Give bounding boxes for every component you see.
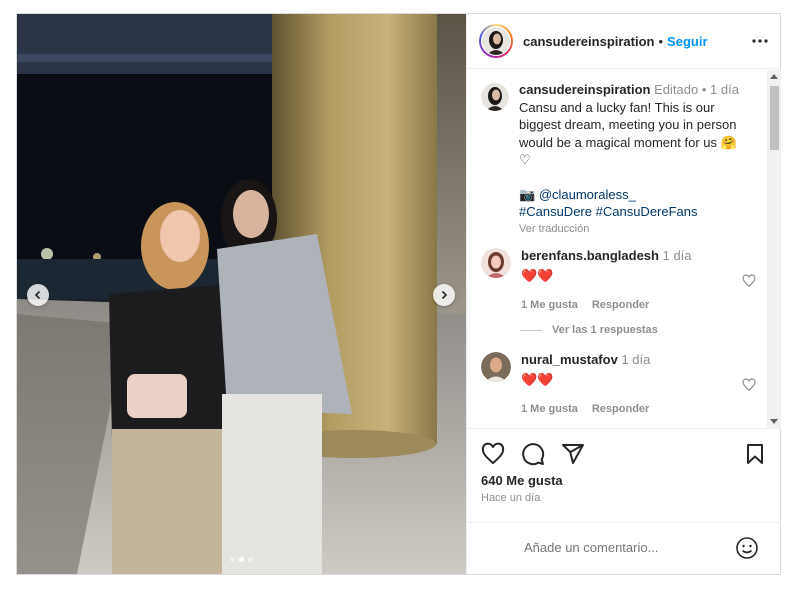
post-timestamp: Hace un día: [481, 492, 541, 504]
caption-time: 1 día: [710, 82, 739, 97]
post-photo[interactable]: [17, 14, 466, 574]
reply-button[interactable]: Responder: [592, 403, 649, 415]
scrollbar-thumb[interactable]: [770, 86, 779, 150]
post-side-panel: cansudereinspiration • Seguir cansuderei…: [466, 14, 781, 574]
camera-emoji: 📷: [519, 186, 536, 202]
chevron-left-icon: [34, 290, 41, 300]
comments-scrollbar[interactable]: [767, 70, 781, 428]
comment-time: 1 día: [662, 248, 692, 263]
post-caption: cansudereinspiration Editado • 1 día Can…: [481, 81, 751, 238]
view-replies-label: Ver las 1 respuestas: [552, 324, 658, 336]
caption-author-avatar[interactable]: [481, 83, 509, 111]
carousel-dot-active: [239, 557, 244, 562]
caption-username[interactable]: cansudereinspiration: [519, 82, 650, 97]
bookmark-icon[interactable]: [743, 442, 767, 466]
add-comment-bar: [467, 522, 781, 575]
likes-count[interactable]: 640 Me gusta: [481, 473, 563, 488]
comments-scroll-area[interactable]: cansudereinspiration Editado • 1 día Can…: [467, 70, 781, 428]
photo-illustration: [17, 14, 466, 574]
comment-time: 1 día: [621, 352, 651, 367]
comment-likes-count[interactable]: 1 Me gusta: [521, 299, 578, 311]
comment-likes-count[interactable]: 1 Me gusta: [521, 403, 578, 415]
caption-text: Cansu and a lucky fan! This is our bigge…: [519, 99, 737, 168]
more-horizontal-icon[interactable]: [751, 32, 769, 50]
hashtag-link[interactable]: #CansuDere: [519, 204, 592, 219]
scroll-down-arrow[interactable]: [770, 419, 778, 424]
see-translation-link[interactable]: Ver traducción: [519, 221, 749, 239]
like-heart-icon[interactable]: [481, 442, 505, 466]
post-header: cansudereinspiration • Seguir: [467, 14, 781, 69]
reply-button[interactable]: Responder: [592, 299, 649, 311]
caption-mention-link[interactable]: @claumoraless_: [539, 187, 636, 202]
heart-outline-icon[interactable]: [742, 274, 756, 288]
commenter-avatar[interactable]: [481, 352, 511, 382]
commenter-avatar[interactable]: [481, 248, 511, 278]
emoji-icon[interactable]: [735, 536, 759, 560]
post-modal: cansudereinspiration • Seguir cansuderei…: [16, 13, 781, 575]
comment-text: ❤️❤️: [521, 268, 554, 283]
comment-item: nural_mustafov 1 día ❤️❤️ 1 Me gusta Res…: [481, 352, 756, 415]
commenter-username[interactable]: berenfans.bangladesh: [521, 248, 659, 263]
next-photo-button[interactable]: [433, 284, 455, 306]
separator-dot: •: [658, 33, 664, 49]
author-avatar[interactable]: [479, 24, 513, 58]
heart-outline-icon[interactable]: [742, 378, 756, 392]
chevron-right-icon: [441, 290, 448, 300]
carousel-dot: [248, 557, 253, 562]
caption-dot: •: [701, 82, 707, 97]
commenter-username[interactable]: nural_mustafov: [521, 352, 618, 367]
avatar-image: [482, 27, 510, 55]
comment-item: berenfans.bangladesh 1 día ❤️❤️ 1 Me gus…: [481, 248, 756, 311]
share-send-icon[interactable]: [561, 442, 585, 466]
carousel-indicator: [17, 557, 466, 562]
carousel-dot: [230, 557, 235, 562]
view-replies-button[interactable]: Ver las 1 respuestas: [520, 324, 658, 336]
follow-button[interactable]: Seguir: [667, 34, 707, 49]
comment-text: ❤️❤️: [521, 372, 554, 387]
comment-icon[interactable]: [521, 442, 545, 466]
author-username[interactable]: cansudereinspiration: [523, 34, 654, 49]
scroll-up-arrow[interactable]: [770, 74, 778, 79]
previous-photo-button[interactable]: [27, 284, 49, 306]
hashtag-link[interactable]: #CansuDereFans: [596, 204, 698, 219]
comment-input[interactable]: [524, 540, 724, 555]
caption-edited-label: Editado: [654, 82, 699, 97]
replies-divider: [520, 329, 542, 331]
